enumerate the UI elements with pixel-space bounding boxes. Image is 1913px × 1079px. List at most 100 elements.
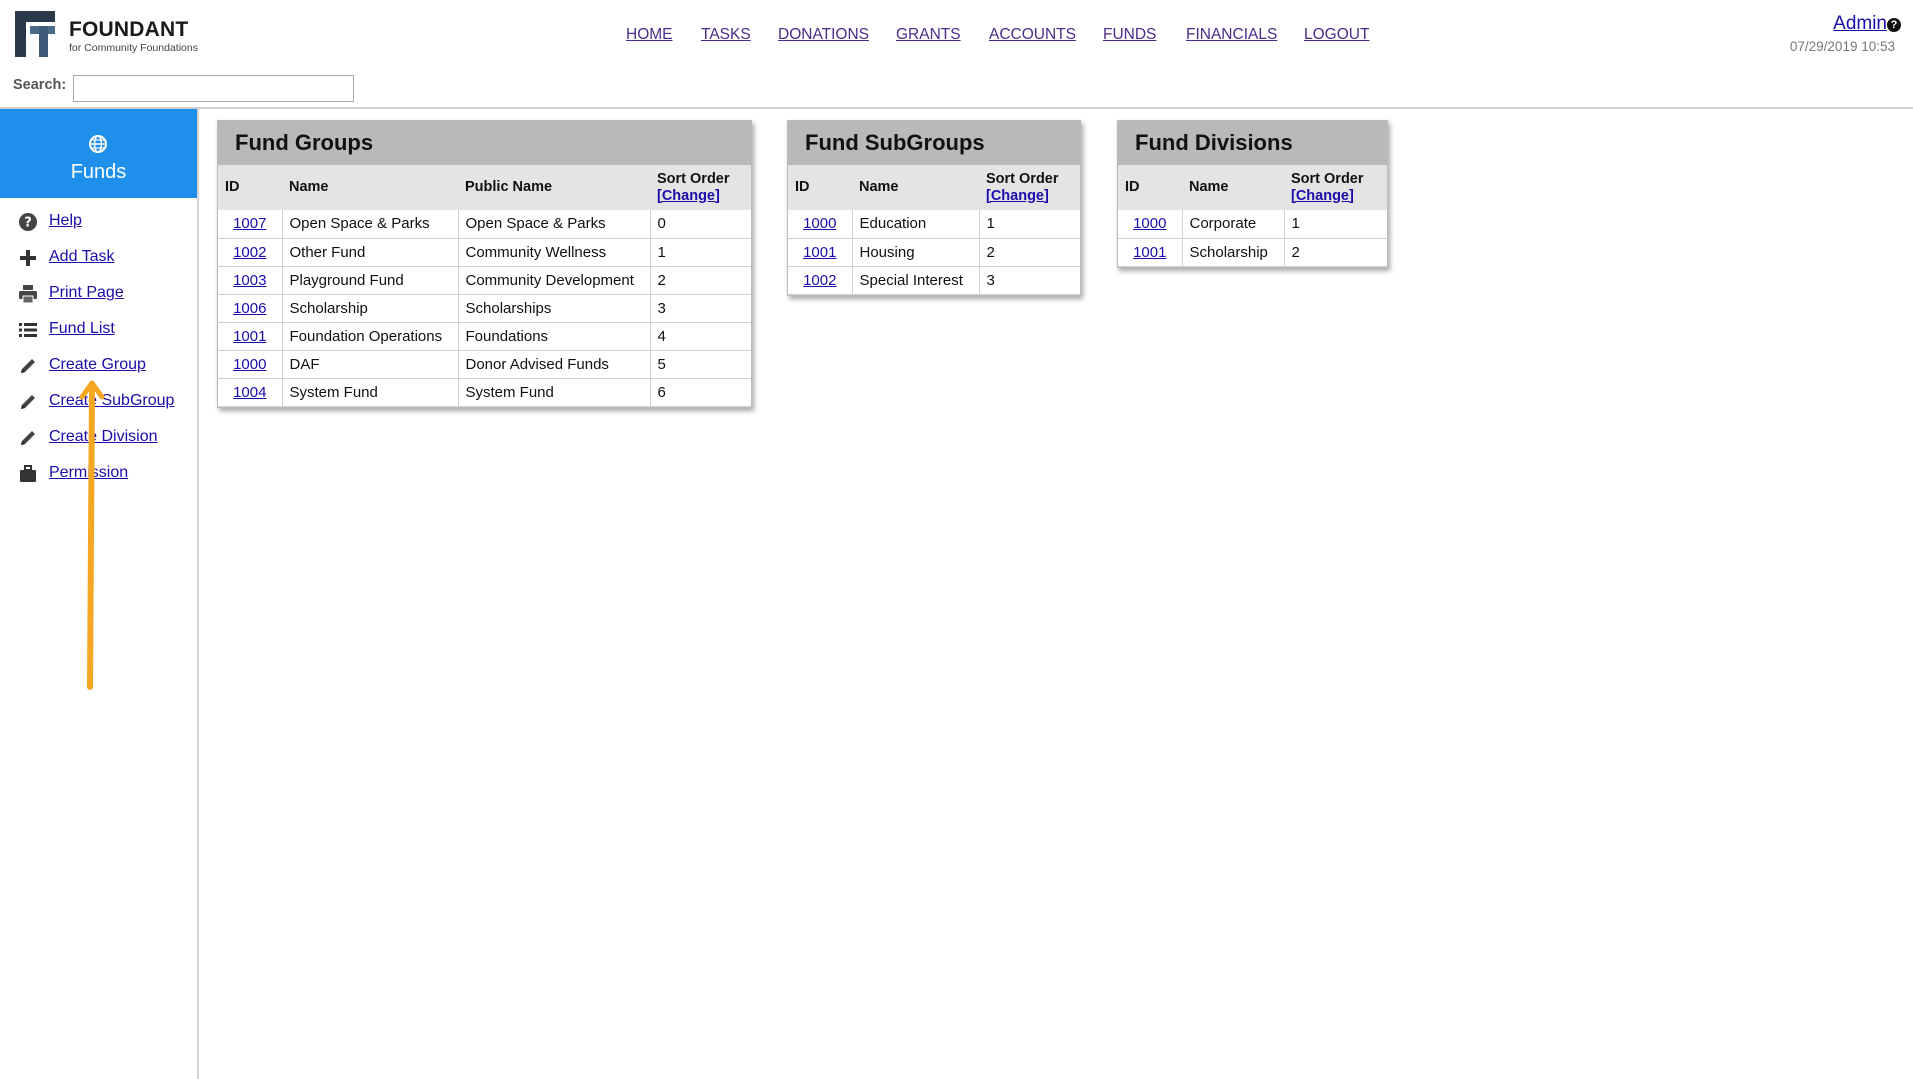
table-row: 1004 System Fund System Fund 6 [218,378,751,407]
col-sort-order: Sort Order [Change] [650,165,751,210]
sidebar-item-label[interactable]: Create Group [49,356,146,374]
sidebar-item-label[interactable]: Create SubGroup [49,392,174,410]
table-row: 1002 Special Interest 3 [788,266,1080,295]
sidebar-item-help[interactable]: ? Help [0,207,197,237]
header: FOUNDANT for Community Foundations HOME … [0,0,1913,109]
row-sort: 3 [650,294,751,323]
row-public-name: Donor Advised Funds [458,350,651,379]
row-id-link[interactable]: 1001 [233,328,266,345]
change-sort-link[interactable]: [Change] [986,188,1049,204]
table-row: 1002 Other Fund Community Wellness 1 [218,238,751,267]
fund-subgroups-table: ID Name Sort Order [Change] 1000 Educatio… [788,165,1080,295]
row-sort: 1 [979,210,1080,239]
nav-home[interactable]: HOME [626,26,673,44]
change-sort-link[interactable]: [Change] [657,188,720,204]
row-sort: 2 [979,238,1080,267]
table-row: 1003 Playground Fund Community Development… [218,266,751,295]
fund-divisions-table: ID Name Sort Order [Change] 1000 Corporat… [1118,165,1387,267]
fund-divisions-title: Fund Divisions [1118,121,1387,165]
col-sort-order: Sort Order [Change] [1284,165,1387,210]
sidebar-item-label[interactable]: Add Task [49,248,115,266]
row-sort: 1 [1284,210,1387,239]
pencil-icon [21,431,35,445]
list-icon [19,323,37,337]
row-public-name: Open Space & Parks [458,210,651,239]
fund-groups-panel: Fund Groups ID Name Public Name Sort Ord… [217,120,752,408]
nav-tasks[interactable]: TASKS [701,26,751,44]
row-name: Scholarship [1182,238,1285,267]
help-icon: ? [19,213,37,231]
main-nav: HOME TASKS DONATIONS GRANTS ACCOUNTS FUN… [0,26,1913,48]
search-input[interactable] [73,75,354,102]
help-icon[interactable]: ? [1887,18,1901,32]
row-public-name: Community Wellness [458,238,651,267]
row-name: Housing [852,238,980,267]
row-name: System Fund [282,378,459,407]
nav-logout[interactable]: LOGOUT [1304,26,1369,44]
sidebar-item-fund-list[interactable]: Fund List [0,315,197,345]
fund-groups-table: ID Name Public Name Sort Order [Change] … [218,165,751,407]
fund-subgroups-title: Fund SubGroups [788,121,1080,165]
sidebar-item-print-page[interactable]: Print Page [0,279,197,309]
nav-grants[interactable]: GRANTS [896,26,961,44]
nav-accounts[interactable]: ACCOUNTS [989,26,1076,44]
row-id-link[interactable]: 1004 [233,384,266,401]
row-name: Other Fund [282,238,459,267]
row-id-link[interactable]: 1002 [803,272,836,289]
row-sort: 2 [1284,238,1387,267]
table-row: 1001 Foundation Operations Foundations 4 [218,322,751,351]
search-label: Search: [13,77,67,93]
col-id: ID [788,165,852,210]
row-name: Scholarship [282,294,459,323]
nav-financials[interactable]: FINANCIALS [1186,26,1277,44]
nav-donations[interactable]: DONATIONS [778,26,869,44]
annotation-arrow-icon [79,380,105,690]
fund-divisions-panel: Fund Divisions ID Name Sort Order [Chang… [1117,120,1388,268]
row-id-link[interactable]: 1003 [233,272,266,289]
table-row: 1000 DAF Donor Advised Funds 5 [218,350,751,379]
row-id-link[interactable]: 1000 [233,356,266,373]
row-public-name: Foundations [458,322,651,351]
row-public-name: System Fund [458,378,651,407]
row-id-link[interactable]: 1000 [1133,215,1166,232]
row-id-link[interactable]: 1002 [233,244,266,261]
row-sort: 2 [650,266,751,295]
svg-text:?: ? [24,216,32,231]
fund-subgroups-panel: Fund SubGroups ID Name Sort Order [Chang… [787,120,1081,296]
row-id-link[interactable]: 1007 [233,215,266,232]
sidebar-title: Funds [70,161,127,183]
table-header-row: ID Name Public Name Sort Order [Change] [218,165,751,210]
current-datetime: 07/29/2019 10:53 [1789,39,1895,54]
row-public-name: Community Development [458,266,651,295]
sidebar-item-label[interactable]: Fund List [49,320,115,338]
sidebar-item-add-task[interactable]: Add Task [0,243,197,273]
row-sort: 0 [650,210,751,239]
table-row: 1006 Scholarship Scholarships 3 [218,294,751,323]
row-name: Education [852,210,980,239]
row-sort: 1 [650,238,751,267]
sidebar-item-label[interactable]: Print Page [49,284,124,302]
table-row: 1007 Open Space & Parks Open Space & Parks… [218,210,751,239]
nav-funds[interactable]: FUNDS [1103,26,1156,44]
row-name: Foundation Operations [282,322,459,351]
plus-icon [20,250,36,266]
row-sort: 6 [650,378,751,407]
change-sort-link[interactable]: [Change] [1291,188,1354,204]
col-public-name: Public Name [458,165,650,210]
table-header-row: ID Name Sort Order [Change] [788,165,1080,210]
col-name: Name [852,165,979,210]
table-row: 1001 Scholarship 2 [1118,238,1387,267]
globe-icon [89,135,107,153]
print-icon [19,285,37,304]
sort-order-label: Sort Order [986,170,1059,187]
admin-link[interactable]: Admin [1833,13,1887,35]
row-id-link[interactable]: 1006 [233,300,266,317]
row-id-link[interactable]: 1000 [803,215,836,232]
col-id: ID [218,165,282,210]
sidebar-item-label[interactable]: Help [49,212,82,230]
pencil-icon [21,395,35,409]
row-name: DAF [282,350,459,379]
row-id-link[interactable]: 1001 [803,244,836,261]
row-sort: 5 [650,350,751,379]
row-id-link[interactable]: 1001 [1133,244,1166,261]
